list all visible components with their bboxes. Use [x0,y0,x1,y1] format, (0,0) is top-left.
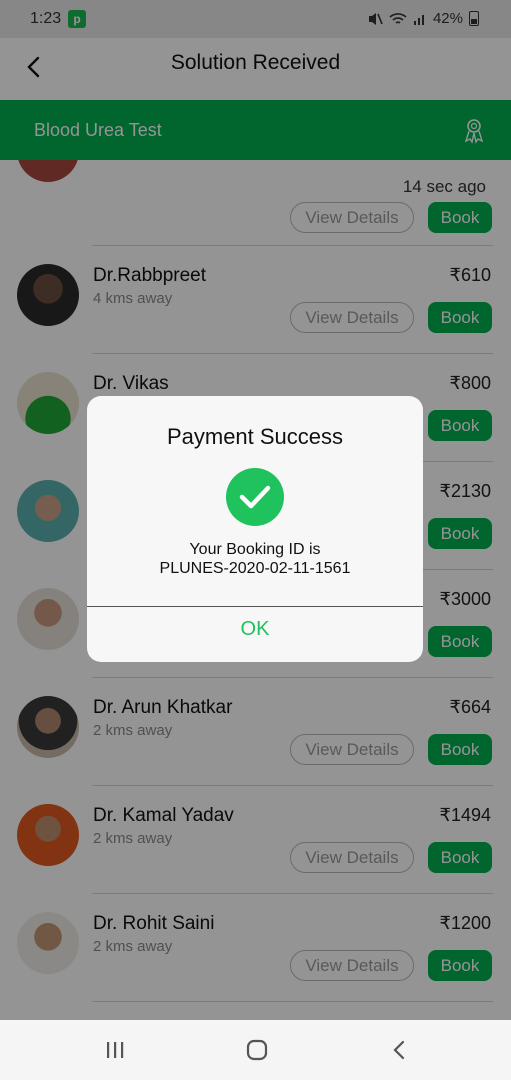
payment-success-dialog: Payment Success Your Booking ID is PLUNE… [87,396,423,662]
dialog-title: Payment Success [166,424,344,449]
ok-button[interactable]: OK [87,607,423,662]
booking-id: PLUNES-2020-02-11-1561 [159,560,351,577]
home-icon[interactable] [246,1039,268,1061]
check-circle-icon [226,468,284,526]
back-nav-icon[interactable] [392,1039,406,1061]
booking-id-label: Your Booking ID is [189,541,321,558]
recent-apps-icon[interactable] [105,1040,125,1060]
system-nav-bar [0,1020,511,1080]
